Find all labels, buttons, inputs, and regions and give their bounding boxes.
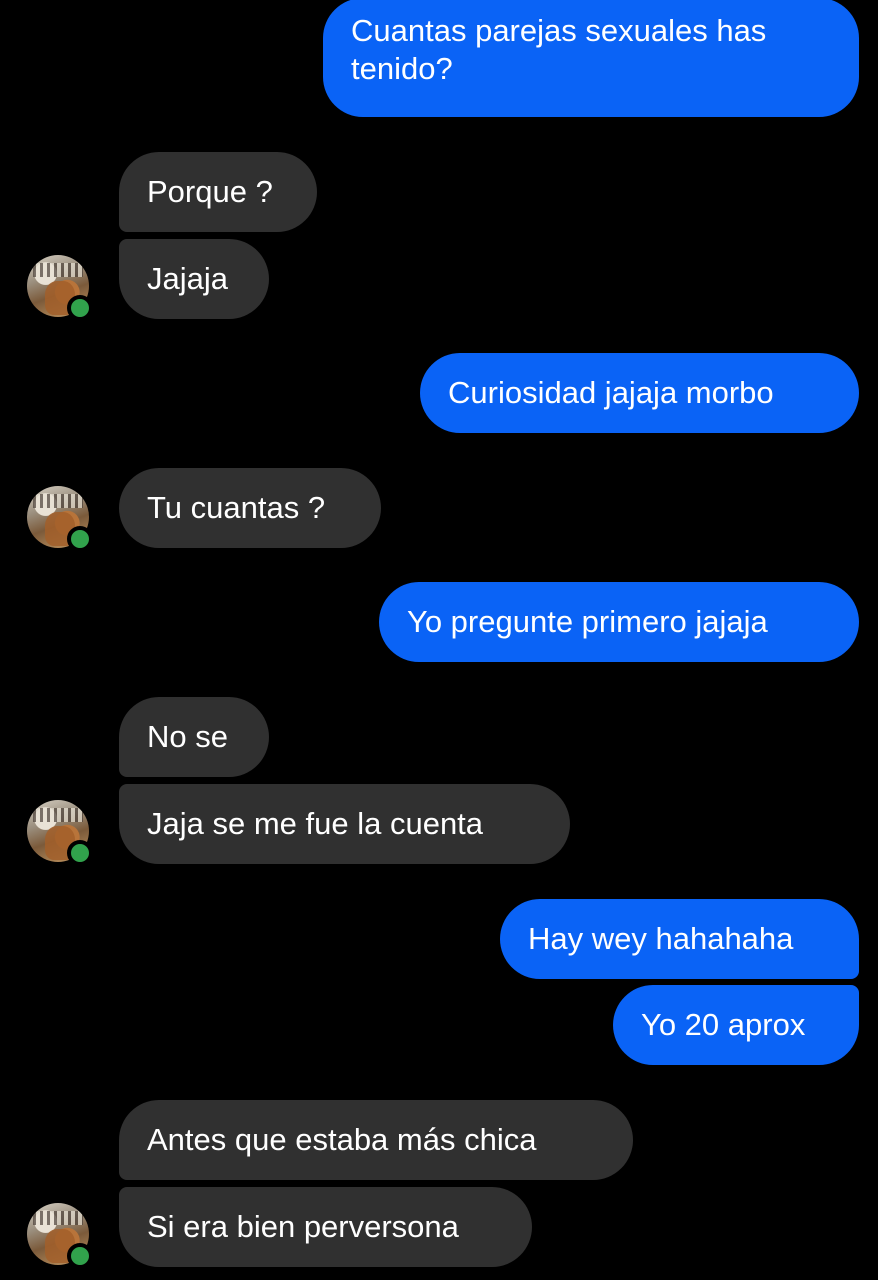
message-text: Jajaja <box>147 261 228 296</box>
message-incoming[interactable]: Si era bien perversona <box>119 1187 532 1267</box>
message-incoming[interactable]: Jaja se me fue la cuenta <box>119 784 570 864</box>
message-outgoing[interactable]: Yo 20 aprox <box>613 985 859 1065</box>
message-text: Antes que estaba más chica <box>147 1122 537 1157</box>
message-outgoing[interactable]: Cuantas parejas sexuales has tenido? <box>323 0 859 117</box>
message-outgoing[interactable]: Yo pregunte primero jajaja <box>379 582 859 662</box>
message-incoming[interactable]: Porque ? <box>119 152 317 232</box>
message-incoming[interactable]: Jajaja <box>119 239 269 319</box>
message-text: Yo 20 aprox <box>641 1007 806 1042</box>
contact-avatar[interactable] <box>27 486 93 552</box>
message-text: Curiosidad jajaja morbo <box>448 375 774 410</box>
online-status-icon <box>67 1243 93 1269</box>
message-outgoing[interactable]: Hay wey hahahaha <box>500 899 859 979</box>
message-text: Cuantas parejas sexuales has tenido? <box>351 13 767 86</box>
online-status-icon <box>67 295 93 321</box>
message-text: Jaja se me fue la cuenta <box>147 806 484 841</box>
message-outgoing[interactable]: Curiosidad jajaja morbo <box>420 353 859 433</box>
message-text: Si era bien perversona <box>147 1209 459 1244</box>
message-incoming[interactable]: Antes que estaba más chica <box>119 1100 633 1180</box>
message-text: No se <box>147 719 228 754</box>
contact-avatar[interactable] <box>27 255 93 321</box>
contact-avatar[interactable] <box>27 800 93 866</box>
message-text: Porque ? <box>147 174 273 209</box>
message-incoming[interactable]: Tu cuantas ? <box>119 468 381 548</box>
message-text: Tu cuantas ? <box>147 490 326 525</box>
contact-avatar[interactable] <box>27 1203 93 1269</box>
message-incoming[interactable]: No se <box>119 697 269 777</box>
online-status-icon <box>67 526 93 552</box>
online-status-icon <box>67 840 93 866</box>
message-text: Hay wey hahahaha <box>528 921 794 956</box>
message-text: Yo pregunte primero jajaja <box>407 604 768 639</box>
